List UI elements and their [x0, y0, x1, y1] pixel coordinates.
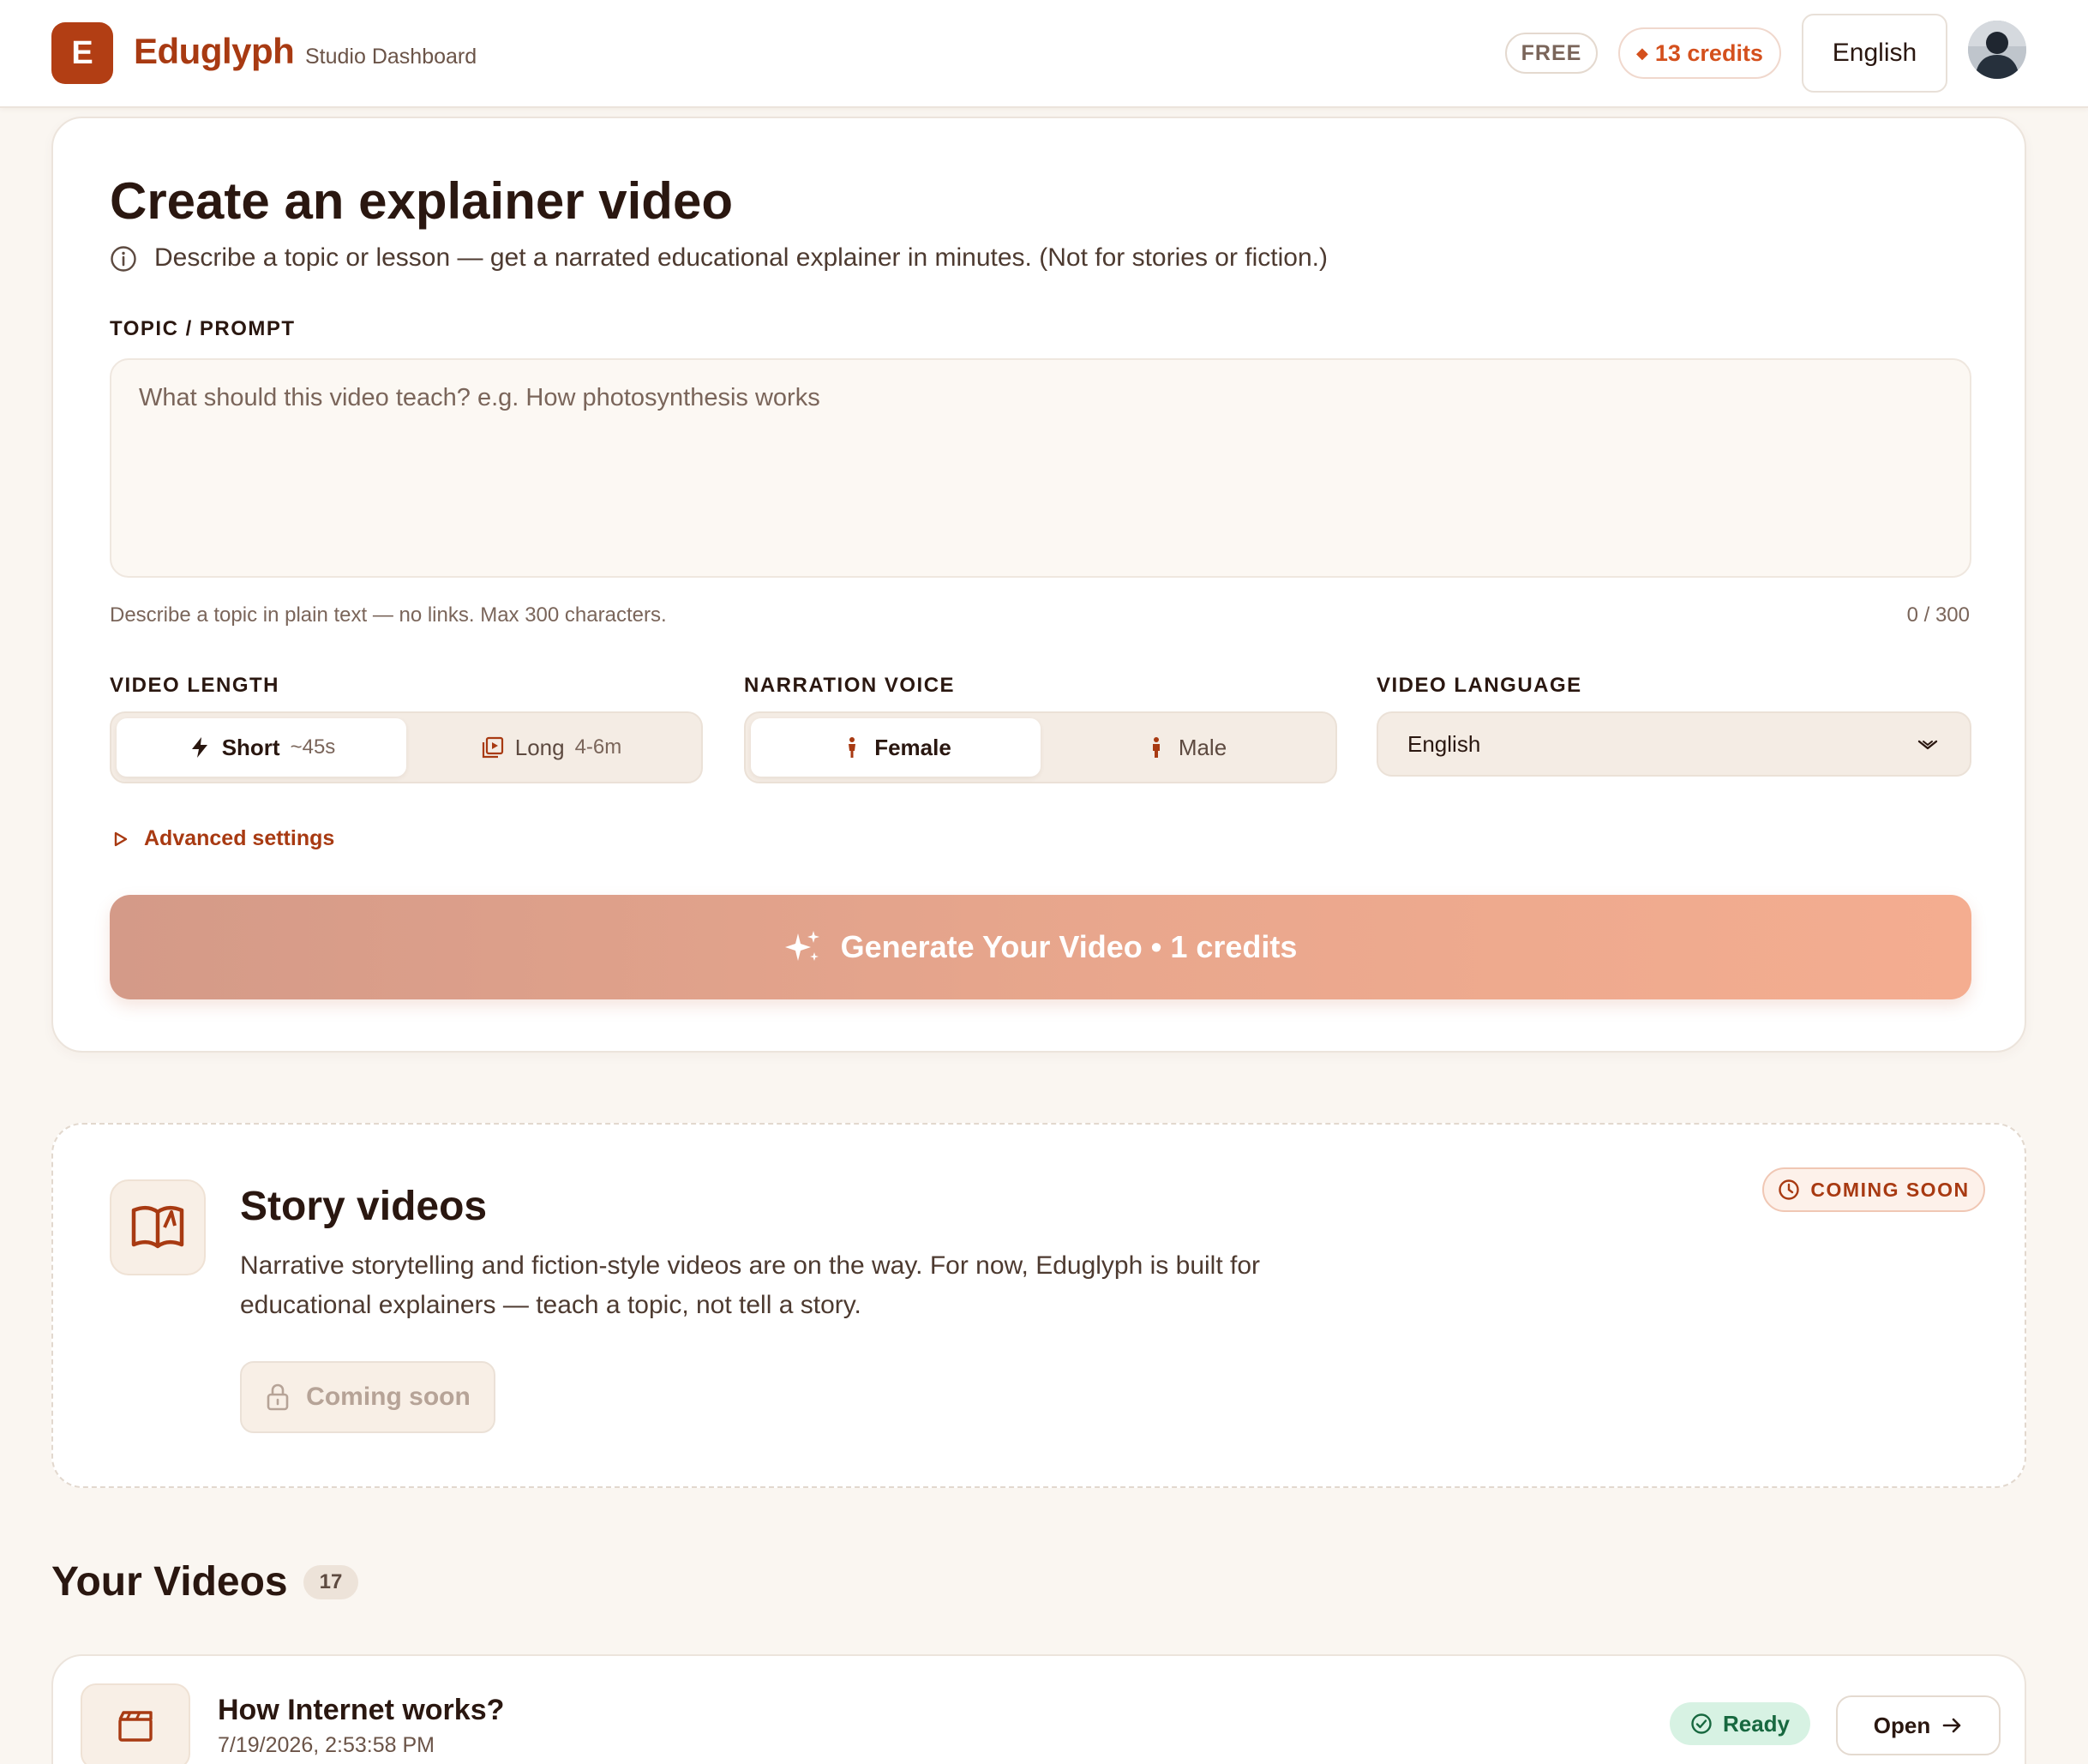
prompt-label: TOPIC / PROMPT	[110, 317, 296, 340]
info-icon	[111, 246, 136, 272]
coming-soon-badge: COMING SOON	[1762, 1167, 1985, 1212]
video-language-value: English	[1407, 730, 1481, 757]
credits-badge[interactable]: ◆ 13 credits	[1618, 27, 1781, 79]
advanced-settings-label: Advanced settings	[144, 826, 335, 850]
credits-label: 13 credits	[1654, 39, 1763, 66]
open-book-icon	[131, 1206, 184, 1249]
arrow-right-icon	[1942, 1718, 1961, 1733]
video-language-select[interactable]: English	[1377, 711, 1971, 777]
generate-video-label: Generate Your Video • 1 credits	[840, 929, 1298, 964]
clapperboard-icon	[118, 1711, 153, 1742]
coming-soon-button[interactable]: Coming soon	[240, 1361, 495, 1433]
prompt-helper-text: Describe a topic in plain text — no link…	[110, 603, 667, 627]
video-date: 7/19/2026, 2:53:58 PM	[218, 1733, 435, 1757]
sparkles-icon	[784, 931, 819, 961]
brand-subtitle: Studio Dashboard	[305, 45, 477, 69]
story-videos-card: Story videos Narrative storytelling and …	[51, 1123, 2026, 1488]
create-video-card: Create an explainer video Describe a top…	[51, 117, 2026, 1053]
length-option-short[interactable]: Short ~45s	[117, 718, 406, 777]
voice-option-label: Female	[874, 734, 951, 760]
voice-option-male[interactable]: Male	[1041, 718, 1330, 777]
video-library-icon	[482, 736, 503, 759]
table-row[interactable]: How Internet works? 7/19/2026, 2:53:58 P…	[51, 1654, 2026, 1764]
language-switcher[interactable]: English	[1802, 14, 1947, 93]
check-circle-icon	[1691, 1713, 1712, 1734]
prompt-box	[110, 358, 1971, 578]
avatar[interactable]	[1968, 21, 2026, 79]
video-length-toggle: Short ~45s Long 4-6m	[110, 711, 703, 783]
char-counter: 0 / 300	[1906, 603, 1970, 627]
voice-option-label: Male	[1178, 734, 1227, 760]
create-description: Describe a topic or lesson — get a narra…	[154, 243, 1328, 272]
lightning-icon	[191, 737, 207, 758]
top-header: E Eduglyph Studio Dashboard FREE ◆ 13 cr…	[0, 0, 2088, 108]
narration-voice-label: NARRATION VOICE	[744, 674, 956, 697]
brand-logo[interactable]: E	[51, 22, 113, 84]
clock-icon	[1779, 1179, 1800, 1200]
lock-icon	[267, 1383, 289, 1411]
open-label: Open	[1873, 1712, 1931, 1738]
plan-badge: FREE	[1505, 33, 1598, 74]
length-option-label: Long	[514, 734, 565, 760]
length-option-meta: 4-6m	[574, 735, 622, 759]
open-video-button[interactable]: Open	[1836, 1695, 2001, 1755]
video-language-label: VIDEO LANGUAGE	[1377, 674, 1582, 697]
page-title: Create an explainer video	[110, 172, 733, 230]
male-icon	[1152, 737, 1160, 758]
length-option-meta: ~45s	[290, 735, 336, 759]
avatar-image	[1968, 21, 2026, 79]
length-option-long[interactable]: Long 4-6m	[406, 718, 696, 777]
story-icon-box	[110, 1179, 206, 1275]
brand-name[interactable]: Eduglyph	[134, 31, 295, 72]
video-length-label: VIDEO LENGTH	[110, 674, 280, 697]
voice-option-female[interactable]: Female	[751, 718, 1041, 777]
advanced-settings-toggle[interactable]: Advanced settings	[113, 826, 334, 851]
diamond-icon: ◆	[1636, 44, 1648, 62]
generate-video-button[interactable]: Generate Your Video • 1 credits	[110, 895, 1971, 999]
video-thumbnail	[81, 1683, 190, 1764]
chevron-down-icon	[1917, 740, 1938, 750]
coming-soon-button-label: Coming soon	[306, 1383, 471, 1411]
your-videos-title: Your Videos	[51, 1559, 288, 1605]
length-option-label: Short	[221, 734, 280, 760]
prompt-input[interactable]	[111, 360, 1970, 576]
story-description: Narrative storytelling and fiction-style…	[240, 1251, 1261, 1319]
video-title[interactable]: How Internet works?	[218, 1694, 504, 1727]
female-icon	[849, 737, 856, 758]
story-title: Story videos	[240, 1184, 488, 1229]
status-label: Ready	[1722, 1710, 1791, 1737]
narration-voice-toggle: Female Male	[744, 711, 1337, 783]
caret-right-icon	[114, 831, 128, 846]
status-badge: Ready	[1670, 1702, 1810, 1745]
videos-count-badge: 17	[303, 1565, 358, 1599]
coming-soon-badge-label: COMING SOON	[1810, 1178, 1970, 1201]
